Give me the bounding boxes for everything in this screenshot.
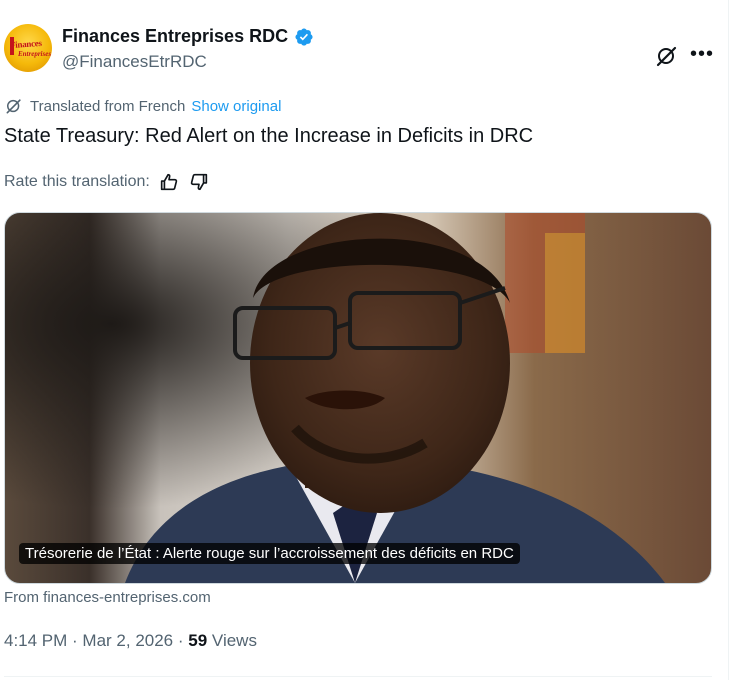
card-caption: Trésorerie de l’État : Alerte rouge sur … <box>19 543 520 564</box>
display-name[interactable]: Finances Entreprises RDC <box>62 26 288 47</box>
more-options-button[interactable]: ••• <box>690 44 714 68</box>
views-count: 59 <box>188 631 208 650</box>
user-handle[interactable]: @FinancesEtrRDC <box>62 52 207 72</box>
translate-icon <box>6 99 21 114</box>
translation-notice: Translated from French Show original <box>4 96 281 116</box>
show-original-link[interactable]: Show original <box>191 98 281 115</box>
link-card[interactable]: Trésorerie de l’État : Alerte rouge sur … <box>4 212 712 584</box>
divider <box>4 676 712 677</box>
thumbs-up-icon[interactable] <box>158 171 180 193</box>
avatar-logo-text-bottom: Entreprises <box>18 50 52 58</box>
meta-separator: · <box>67 631 83 650</box>
avatar-logo-text-top: Finances <box>9 37 42 51</box>
card-photo <box>5 213 711 583</box>
verified-badge-icon[interactable] <box>294 27 314 47</box>
tweet-meta: 4:14 PM · Mar 2, 2026 · 59 Views <box>4 631 257 651</box>
tweet-time[interactable]: 4:14 PM <box>4 631 67 650</box>
tweet-header: Finances Entreprises Finances Entreprise… <box>4 20 719 76</box>
name-row: Finances Entreprises RDC <box>62 26 314 47</box>
tweet-text: State Treasury: Red Alert on the Increas… <box>4 125 534 147</box>
views-label: Views <box>207 631 257 650</box>
translated-from-label: Translated from French <box>30 97 186 115</box>
tweet-date[interactable]: Mar 2, 2026 <box>82 631 173 650</box>
timeline-divider <box>728 0 729 680</box>
thumbs-down-icon[interactable] <box>188 171 210 193</box>
rate-translation-label: Rate this translation: <box>4 173 150 190</box>
card-source[interactable]: From finances-entreprises.com <box>4 589 211 606</box>
rate-translation-row: Rate this translation: <box>4 171 210 193</box>
meta-separator-2: · <box>173 631 189 650</box>
grok-icon[interactable] <box>655 44 679 68</box>
avatar[interactable]: Finances Entreprises <box>4 24 52 72</box>
